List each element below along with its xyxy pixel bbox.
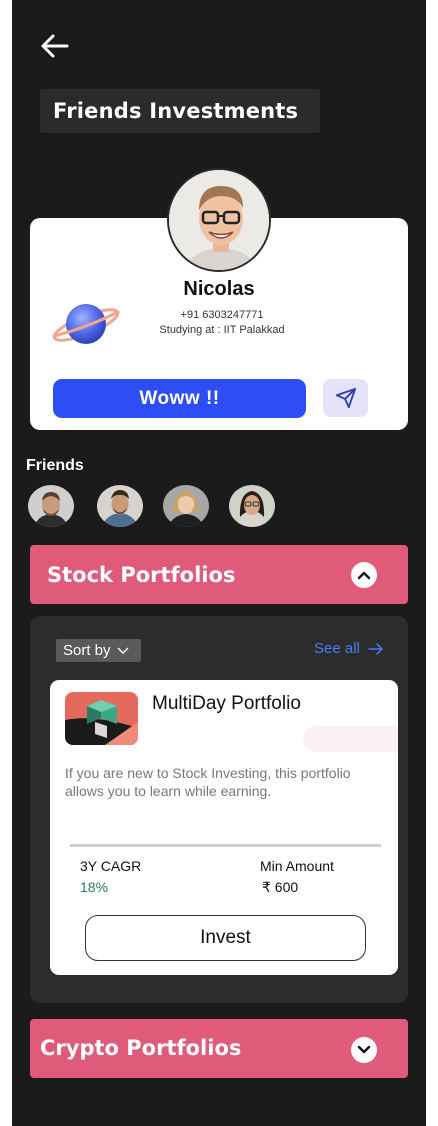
friend-avatar[interactable] — [229, 485, 275, 527]
portfolio-name: MultiDay Portfolio — [152, 693, 301, 714]
stock-portfolios-title: Stock Portfolios — [47, 563, 236, 587]
sort-by-button[interactable]: Sort by — [56, 639, 141, 662]
portfolio-description: If you are new to Stock Investing, this … — [65, 765, 351, 799]
back-button[interactable] — [40, 32, 70, 60]
friend-avatar[interactable] — [97, 485, 143, 527]
stock-portfolios-header[interactable]: Stock Portfolios — [30, 545, 408, 604]
stock-portfolios-panel: Sort by See all MultiDay Portfolio If yo… — [30, 616, 408, 1003]
divider — [70, 844, 381, 847]
send-button[interactable] — [323, 379, 368, 417]
portfolio-tag — [303, 726, 398, 752]
profile-study: Studying at : IIT Palakkad — [159, 324, 285, 336]
cagr-value: 18% — [80, 879, 109, 895]
profile-name: Nicolas — [183, 278, 255, 300]
min-amount-value: ₹ 600 — [262, 879, 299, 895]
profile-avatar — [167, 168, 271, 272]
cagr-label: 3Y CAGR — [80, 858, 142, 874]
arrow-left-icon — [41, 34, 69, 58]
profile-phone: +91 6303247771 — [180, 309, 264, 321]
chevron-down-icon — [117, 647, 129, 654]
friend-avatar[interactable] — [163, 485, 209, 527]
see-all-link[interactable]: See all — [314, 640, 384, 657]
friends-label: Friends — [26, 457, 84, 474]
page-title-box: Friends Investments — [40, 89, 320, 133]
collapse-button[interactable] — [351, 562, 377, 588]
crypto-portfolios-header[interactable]: Crypto Portfolios — [30, 1019, 408, 1078]
min-amount-label: Min Amount — [260, 858, 334, 874]
friend-avatar[interactable] — [28, 485, 74, 527]
send-icon — [335, 387, 356, 409]
woww-button[interactable]: Woww !! — [53, 379, 306, 418]
invest-button[interactable]: Invest — [85, 915, 366, 961]
chevron-up-icon — [357, 571, 371, 580]
see-all-label: See all — [314, 640, 360, 657]
sort-by-label: Sort by — [63, 642, 111, 659]
portfolio-card[interactable]: MultiDay Portfolio If you are new to Sto… — [50, 680, 398, 975]
portfolio-thumbnail — [65, 692, 138, 745]
expand-button[interactable] — [351, 1037, 377, 1063]
chevron-down-icon — [357, 1045, 371, 1054]
page-title: Friends Investments — [53, 99, 299, 123]
arrow-right-icon — [368, 642, 383, 655]
crypto-portfolios-title: Crypto Portfolios — [40, 1036, 242, 1060]
